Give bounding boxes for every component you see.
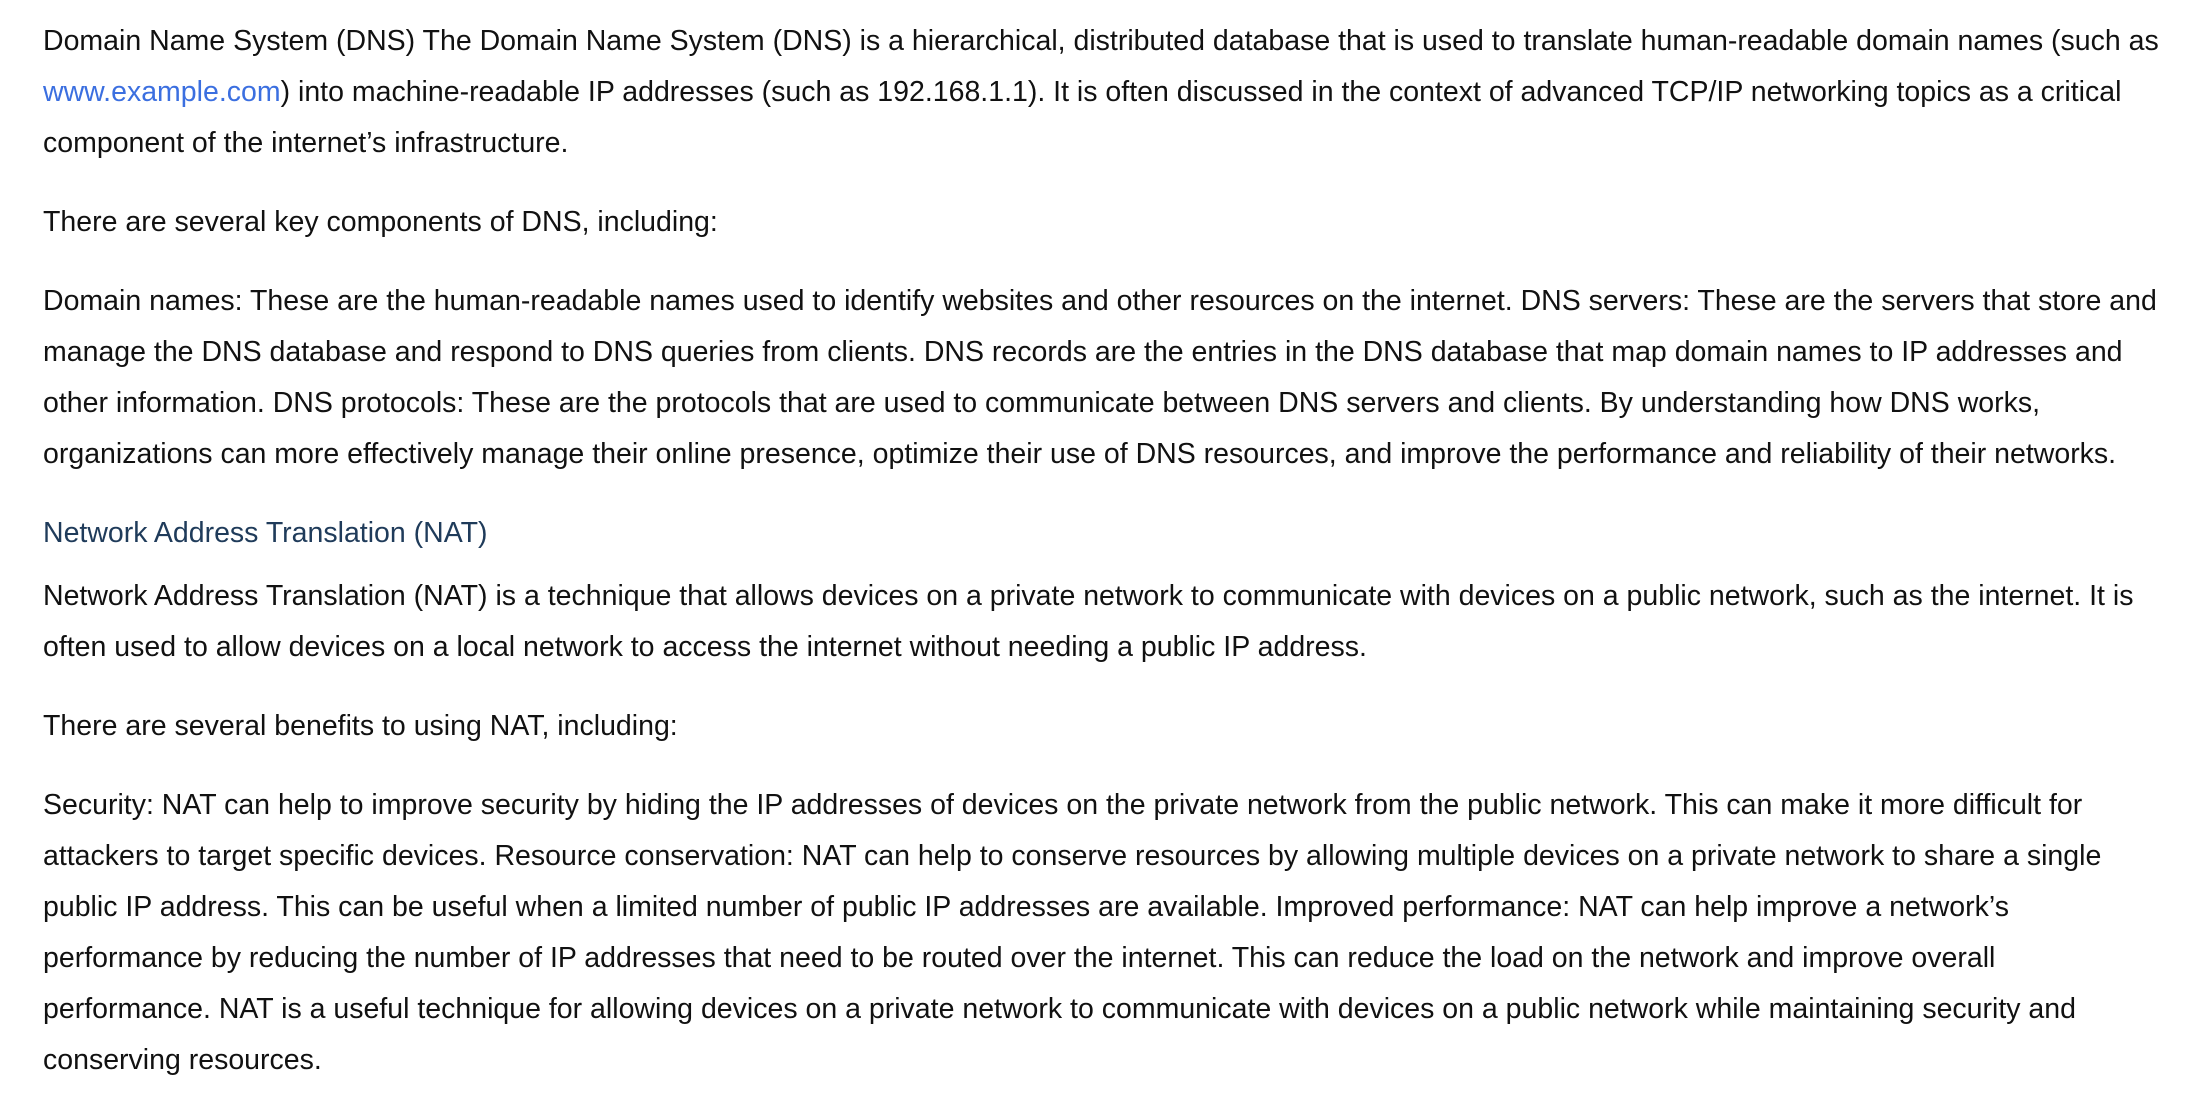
dns-intro-text-after-link: ) into machine-readable IP addresses (su…	[43, 76, 2122, 159]
nat-benefits-lead: There are several benefits to using NAT,…	[43, 710, 678, 742]
dns-components-lead: There are several key components of DNS,…	[43, 206, 718, 238]
dns-intro-text-before-link: Domain Name System (DNS) The Domain Name…	[43, 25, 2159, 57]
dns-intro-paragraph: Domain Name System (DNS) The Domain Name…	[43, 16, 2163, 169]
nat-section-heading: Network Address Translation (NAT)	[43, 517, 488, 549]
nat-intro-paragraph: Network Address Translation (NAT) is a t…	[43, 580, 2134, 663]
nat-benefits-paragraph: Security: NAT can help to improve securi…	[43, 789, 2102, 1076]
article-content: Domain Name System (DNS) The Domain Name…	[43, 16, 2163, 1114]
example-domain-link[interactable]: www.example.com	[43, 76, 281, 108]
dns-components-paragraph: Domain names: These are the human-readab…	[43, 285, 2157, 470]
